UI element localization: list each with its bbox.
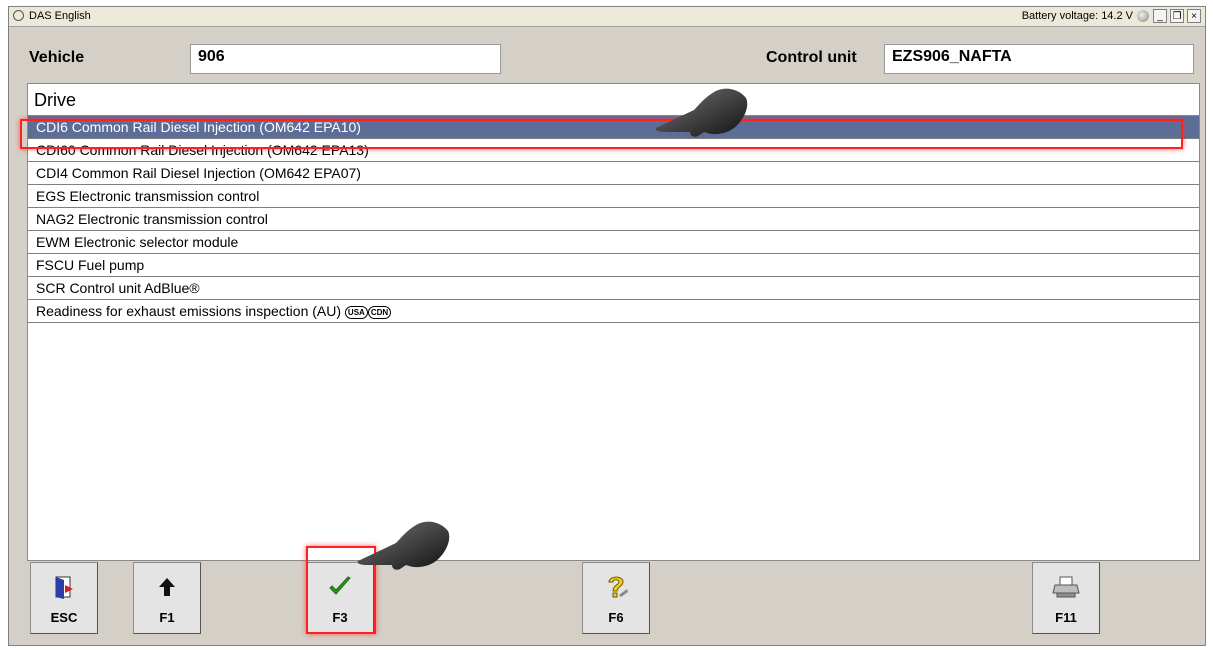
battery-voltage: Battery voltage: 14.2 V bbox=[1021, 10, 1133, 22]
help-question-icon bbox=[608, 576, 628, 598]
control-unit-list: CDI6 Common Rail Diesel Injection (OM642… bbox=[28, 116, 1199, 323]
arrow-up-icon bbox=[159, 578, 175, 596]
list-item-egs[interactable]: EGS Electronic transmission control bbox=[28, 185, 1199, 208]
exit-door-icon bbox=[55, 576, 73, 599]
list-item-cdi6[interactable]: CDI6 Common Rail Diesel Injection (OM642… bbox=[28, 116, 1199, 139]
f1-button[interactable]: F1 bbox=[133, 562, 201, 634]
list-item-cdi4[interactable]: CDI4 Common Rail Diesel Injection (OM642… bbox=[28, 162, 1199, 185]
window-title: DAS English bbox=[29, 10, 91, 22]
esc-button[interactable]: ESC bbox=[30, 562, 98, 634]
checkmark-icon bbox=[329, 576, 351, 595]
control-unit-list-panel: Drive CDI6 Common Rail Diesel Injection … bbox=[27, 83, 1200, 561]
list-item-ewm[interactable]: EWM Electronic selector module bbox=[28, 231, 1199, 254]
battery-indicator-icon bbox=[1137, 10, 1149, 22]
esc-label: ESC bbox=[50, 610, 78, 625]
list-item-readiness-label: Readiness for exhaust emissions inspecti… bbox=[36, 303, 342, 319]
panel-title: Drive bbox=[28, 84, 1199, 116]
control-unit-field: EZS906_NAFTA bbox=[884, 44, 1194, 74]
restore-button[interactable]: ❐ bbox=[1170, 9, 1184, 23]
control-unit-label: Control unit bbox=[766, 49, 857, 66]
f11-button[interactable]: F11 bbox=[1032, 562, 1100, 634]
f1-label: F1 bbox=[159, 610, 175, 625]
minimize-button[interactable]: _ bbox=[1153, 9, 1167, 23]
list-item-nag2[interactable]: NAG2 Electronic transmission control bbox=[28, 208, 1199, 231]
usa-badge: USA bbox=[344, 305, 368, 319]
f3-button[interactable]: F3 bbox=[306, 562, 374, 634]
vehicle-field: 906 bbox=[190, 44, 501, 74]
vehicle-label: Vehicle bbox=[29, 49, 85, 66]
list-item-scr[interactable]: SCR Control unit AdBlue® bbox=[28, 277, 1199, 300]
list-item-fscu[interactable]: FSCU Fuel pump bbox=[28, 254, 1199, 277]
f6-label: F6 bbox=[608, 610, 624, 625]
close-button[interactable]: × bbox=[1187, 9, 1201, 23]
list-item-cdi60[interactable]: CDI60 Common Rail Diesel Injection (OM64… bbox=[28, 139, 1199, 162]
f3-label: F3 bbox=[332, 610, 348, 625]
mercedes-star-icon bbox=[13, 10, 24, 21]
cdn-badge: CDN bbox=[367, 305, 392, 319]
f11-label: F11 bbox=[1055, 610, 1077, 625]
f6-button[interactable]: F6 bbox=[582, 562, 650, 634]
printer-icon bbox=[1052, 576, 1080, 598]
list-item-readiness[interactable]: Readiness for exhaust emissions inspecti… bbox=[28, 300, 1199, 323]
title-bar: DAS English Battery voltage: 14.2 V _ ❐ … bbox=[9, 7, 1205, 27]
